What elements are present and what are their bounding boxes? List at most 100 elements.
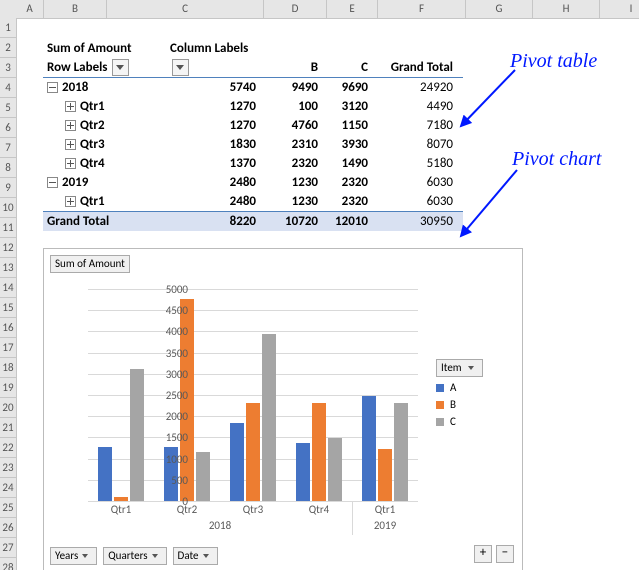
expand-icon[interactable] (65, 120, 76, 131)
chart-bar-A[interactable] (98, 447, 112, 501)
row-header-12[interactable]: 12 (0, 238, 16, 258)
row-header-26[interactable]: 26 (0, 518, 16, 538)
row-header-20[interactable]: 20 (0, 398, 16, 418)
expand-icon[interactable] (65, 158, 76, 169)
row-header-9[interactable]: 9 (0, 178, 16, 198)
row-header-13[interactable]: 13 (0, 258, 16, 278)
chart-legend-dropdown-icon[interactable] (466, 362, 478, 374)
col-header-I[interactable]: I (600, 0, 639, 18)
row-header-16[interactable]: 16 (0, 318, 16, 338)
row-header-17[interactable]: 17 (0, 338, 16, 358)
chart-axis-field-buttons: Years Quarters Date (50, 547, 218, 565)
col-header-G[interactable]: G (466, 0, 533, 18)
pivot-cell: 6030 (372, 192, 457, 211)
row-header-7[interactable]: 7 (0, 138, 16, 158)
chart-collapse-button[interactable]: − (496, 545, 514, 563)
dropdown-icon[interactable] (201, 550, 213, 562)
chart-axis-button-date[interactable]: Date (173, 547, 218, 565)
expand-icon[interactable] (65, 101, 76, 112)
select-all-corner[interactable] (0, 0, 17, 19)
col-header-F[interactable]: F (378, 0, 466, 18)
gt-total: 30950 (372, 212, 457, 231)
chart-bar-C[interactable] (196, 452, 210, 501)
row-header-22[interactable]: 22 (0, 438, 16, 458)
row-header-27[interactable]: 27 (0, 538, 16, 558)
chart-bar-C[interactable] (328, 438, 342, 501)
row-header-25[interactable]: 25 (0, 498, 16, 518)
expand-icon[interactable] (65, 139, 76, 150)
col-header-E[interactable]: E (327, 0, 378, 18)
row-header-11[interactable]: 11 (0, 218, 16, 238)
chart-bar-A[interactable] (230, 423, 244, 501)
chart-bar-C[interactable] (262, 334, 276, 501)
pivot-row-label: Qtr4 (80, 156, 105, 171)
pivot-cell: 7180 (372, 116, 457, 135)
chart-legend-field-button[interactable]: Item (436, 359, 483, 377)
legend-item-A[interactable]: A (436, 381, 514, 394)
chart-bar-C[interactable] (394, 403, 408, 501)
legend-item-B[interactable]: B (436, 398, 514, 411)
chart-value-field-button[interactable]: Sum of Amount (50, 255, 130, 273)
col-header-C[interactable]: C (107, 0, 264, 18)
row-header-18[interactable]: 18 (0, 358, 16, 378)
chart-y-tick: 3500 (148, 347, 188, 360)
legend-swatch (436, 401, 444, 409)
chart-axis-button-quarters[interactable]: Quarters (103, 547, 166, 565)
chart-expand-button[interactable]: + (474, 545, 492, 563)
row-header-23[interactable]: 23 (0, 458, 16, 478)
dropdown-icon[interactable] (150, 550, 162, 562)
chart-bar-B[interactable] (312, 403, 326, 501)
row-header-21[interactable]: 21 (0, 418, 16, 438)
chart-x-label-qtr: Qtr4 (286, 503, 352, 516)
pivot-row: 201857409490969024920 (43, 78, 463, 97)
chart-bar-B[interactable] (114, 497, 128, 501)
row-header-5[interactable]: 5 (0, 98, 16, 118)
gt-A: 8220 (170, 212, 260, 231)
col-header-H[interactable]: H (533, 0, 600, 18)
row-header-8[interactable]: 8 (0, 158, 16, 178)
expand-icon[interactable] (65, 196, 76, 207)
chart-gridline (88, 289, 418, 290)
row-header-1[interactable]: 1 (0, 18, 16, 38)
row-header-24[interactable]: 24 (0, 478, 16, 498)
chart-axis-button-years[interactable]: Years (50, 547, 97, 565)
pivot-row: Qtr31830231039308070 (43, 135, 463, 154)
legend-item-C[interactable]: C (436, 415, 514, 428)
row-header-28[interactable]: 28 (0, 558, 16, 570)
column-field-dropdown-icon[interactable] (172, 59, 189, 76)
pivot-grand-total-row: Grand Total 8220 10720 12010 30950 (43, 211, 463, 231)
col-header-B[interactable]: B (44, 0, 107, 18)
col-header-D[interactable]: D (264, 0, 327, 18)
value-field-label: Sum of Amount (43, 39, 170, 58)
col-header-A[interactable]: A (16, 0, 44, 18)
collapse-icon[interactable] (47, 82, 58, 93)
chart-bar-C[interactable] (130, 369, 144, 501)
row-header-2[interactable]: 2 (0, 38, 16, 58)
row-header-15[interactable]: 15 (0, 298, 16, 318)
row-header-3[interactable]: 3 (0, 58, 16, 78)
pivot-row: Qtr41370232014905180 (43, 154, 463, 173)
chart-legend: Item ABC (436, 359, 514, 432)
row-header-19[interactable]: 19 (0, 378, 16, 398)
chart-x-axis-qtr: Qtr1Qtr2Qtr3Qtr4Qtr1 (88, 503, 418, 519)
pivot-cell: 1230 (260, 173, 322, 192)
row-header-4[interactable]: 4 (0, 78, 16, 98)
row-header-10[interactable]: 10 (0, 198, 16, 218)
gt-C: 12010 (322, 212, 372, 231)
chart-bar-A[interactable] (296, 443, 310, 501)
pivot-cell: 8070 (372, 135, 457, 154)
row-field-cell[interactable]: Row Labels (43, 58, 170, 77)
chart-gridline (88, 310, 418, 311)
dropdown-icon[interactable] (80, 550, 92, 562)
row-header-6[interactable]: 6 (0, 118, 16, 138)
column-field-cell[interactable]: Column Labels (170, 39, 260, 58)
collapse-icon[interactable] (47, 177, 58, 188)
row-field-dropdown-icon[interactable] (112, 59, 129, 76)
row-header-14[interactable]: 14 (0, 278, 16, 298)
pivot-row: Qtr12480123023206030 (43, 192, 463, 211)
chart-bar-B[interactable] (246, 403, 260, 501)
pivot-chart[interactable]: Sum of Amount Qtr1Qtr2Qtr3Qtr4Qtr1 Item … (43, 248, 523, 570)
chart-bar-A[interactable] (362, 396, 376, 501)
chart-axis-button-label: Years (55, 549, 78, 562)
chart-bar-B[interactable] (378, 449, 392, 501)
